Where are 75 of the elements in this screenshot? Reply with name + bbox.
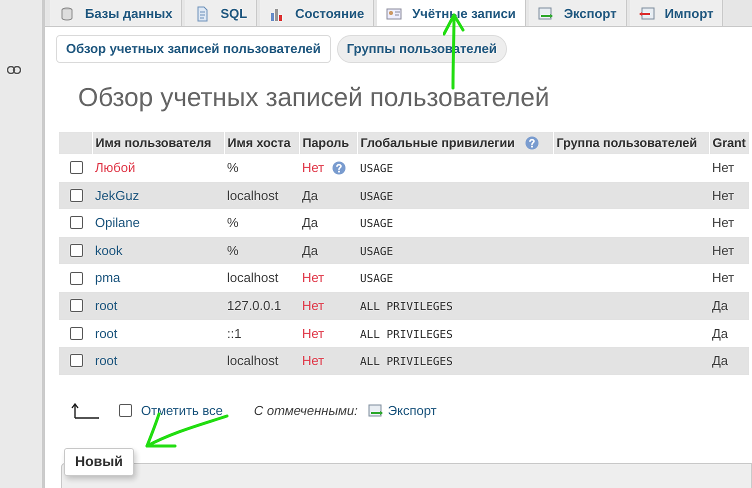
row-checkbox[interactable] xyxy=(70,244,83,258)
column-header: Группа пользователей xyxy=(556,134,698,152)
row-checkbox[interactable] xyxy=(70,354,83,368)
check-all-link[interactable]: Отметить все xyxy=(141,401,223,420)
id-card-icon xyxy=(386,6,402,22)
export-link[interactable]: Экспорт xyxy=(388,401,437,420)
column-header: Grant xyxy=(712,134,746,152)
user-name-link[interactable]: kook xyxy=(95,242,122,258)
password-status: Нет xyxy=(302,159,324,178)
host-name: % xyxy=(227,242,239,258)
user-name-link[interactable]: Opilane xyxy=(95,215,140,230)
with-selected-label: С отмеченными: xyxy=(254,402,358,420)
host-name: ::1 xyxy=(227,326,242,341)
password-status: Да xyxy=(302,242,318,260)
privileges-text: ALL PRIVILEGES xyxy=(360,300,453,314)
column-header: Имя пользователя xyxy=(96,134,212,152)
column-header: Пароль xyxy=(302,134,350,152)
help-icon[interactable] xyxy=(524,136,539,150)
password-status: Нет xyxy=(302,269,324,288)
privileges-text: USAGE xyxy=(360,162,394,176)
grant-status: Нет xyxy=(712,188,734,203)
grant-status: Да xyxy=(712,326,728,341)
table-export-icon xyxy=(368,402,384,419)
host-name: % xyxy=(227,215,239,230)
user-name-link[interactable]: root xyxy=(95,298,118,314)
help-icon[interactable] xyxy=(332,160,346,175)
grant-status: Нет xyxy=(712,242,734,258)
row-checkbox[interactable] xyxy=(70,188,83,202)
privileges-text: ALL PRIVILEGES xyxy=(360,328,453,341)
password-status: Нет xyxy=(302,352,324,370)
row-checkbox[interactable] xyxy=(70,299,83,312)
table-export-icon xyxy=(538,6,554,22)
password-status: Да xyxy=(302,186,318,205)
nav-tab[interactable]: Экспорт xyxy=(528,0,627,26)
password-status: Нет xyxy=(302,324,324,343)
privileges-text: USAGE xyxy=(360,272,394,286)
password-status: Нет xyxy=(302,297,324,316)
nav-tab[interactable]: Состояние xyxy=(260,0,374,26)
nav-tab[interactable]: Импорт xyxy=(630,0,724,26)
user-name-link[interactable]: pma xyxy=(95,270,120,286)
privileges-text: USAGE xyxy=(360,217,394,230)
grant-status: Нет xyxy=(712,160,734,176)
host-name: localhost xyxy=(227,188,278,203)
host-name: % xyxy=(227,160,239,176)
user-name-link[interactable]: JekGuz xyxy=(95,188,140,203)
host-name: 127.0.0.1 xyxy=(227,298,282,314)
column-header: Глобальные привилегии xyxy=(360,134,515,152)
host-name: localhost xyxy=(227,270,278,286)
host-name: localhost xyxy=(227,353,278,368)
user-name-link[interactable]: root xyxy=(95,353,118,368)
nav-tab[interactable]: Базы данных xyxy=(50,0,182,26)
row-checkbox[interactable] xyxy=(70,216,83,230)
corner-arrow-icon xyxy=(71,402,101,420)
row-checkbox[interactable] xyxy=(70,272,83,285)
privileges-text: ALL PRIVILEGES xyxy=(360,355,453,368)
grant-status: Да xyxy=(712,298,728,314)
grant-status: Да xyxy=(712,353,728,368)
page-heading: Обзор учетных записей пользователей xyxy=(77,82,550,112)
database-icon xyxy=(59,6,75,22)
sub-tab[interactable]: Обзор учетных записей пользователей xyxy=(56,35,331,63)
grant-status: Нет xyxy=(712,270,734,286)
row-checkbox[interactable] xyxy=(70,326,83,340)
privileges-text: USAGE xyxy=(360,244,394,258)
column-header: Имя хоста xyxy=(228,134,291,152)
user-name-link[interactable]: root xyxy=(95,326,118,341)
row-checkbox[interactable] xyxy=(70,161,83,174)
password-status: Да xyxy=(302,214,318,232)
user-name-link[interactable]: Любой xyxy=(95,160,136,176)
link-icon[interactable] xyxy=(7,66,21,74)
privileges-text: USAGE xyxy=(360,190,394,203)
grant-status: Нет xyxy=(712,215,734,230)
table-import-icon xyxy=(638,6,655,22)
check-all-checkbox[interactable] xyxy=(119,404,132,418)
new-legend-button[interactable]: Новый xyxy=(64,448,134,476)
nav-tab[interactable]: SQL xyxy=(185,0,258,26)
